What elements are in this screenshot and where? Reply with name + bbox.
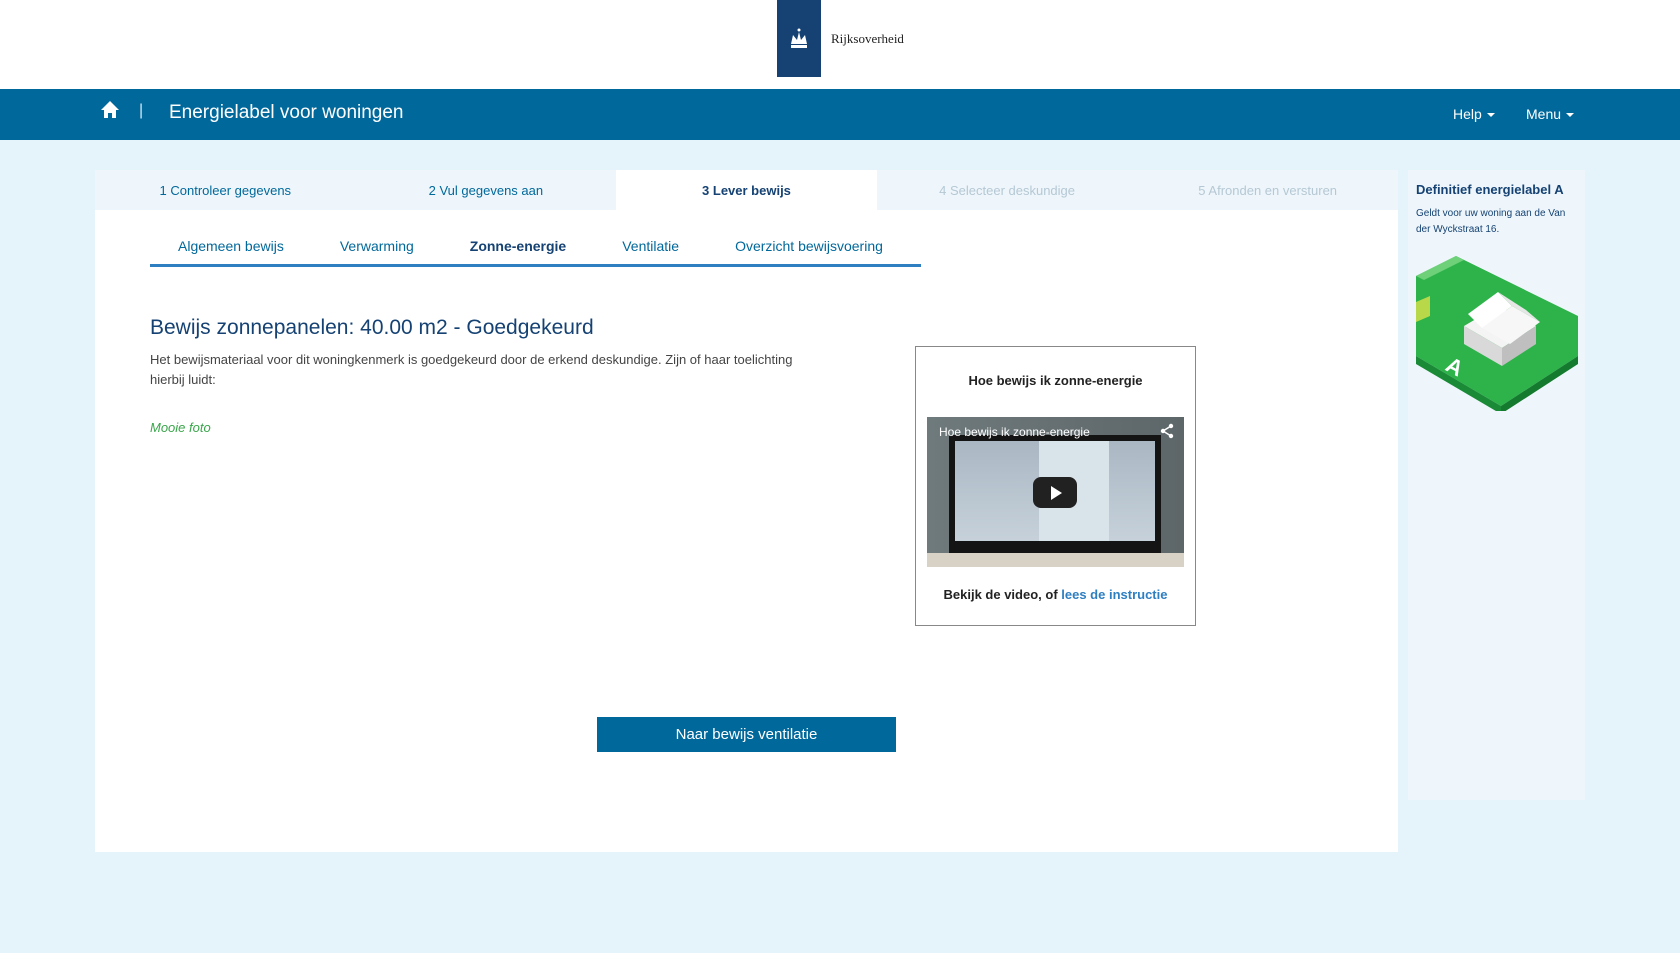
tab-verwarming[interactable]: Verwarming	[312, 228, 442, 264]
next-ventilation-button[interactable]: Naar bewijs ventilatie	[597, 717, 896, 752]
instruction-link[interactable]: lees de instructie	[1061, 587, 1167, 602]
assessor-comment: Mooie foto	[150, 420, 211, 435]
step-selecteer-deskundige: 4 Selecteer deskundige	[939, 182, 1076, 198]
label-title: Definitief energielabel A	[1416, 182, 1564, 197]
video-player-title: Hoe bewijs ik zonne-energie	[939, 425, 1090, 439]
logo-text: Rijksoverheid	[831, 30, 904, 46]
help-label: Help	[1453, 106, 1482, 122]
top-header: Rijksoverheid	[0, 0, 1680, 89]
chevron-down-icon	[1486, 113, 1495, 118]
nav-separator: |	[139, 102, 144, 119]
chevron-down-icon	[1566, 113, 1575, 118]
energy-label-house-icon: A	[1416, 256, 1578, 414]
help-dropdown[interactable]: Help	[1453, 106, 1495, 122]
video-caption: Bekijk de video, of lees de instructie	[916, 587, 1195, 602]
tab-zonne-energie[interactable]: Zonne-energie	[442, 228, 594, 264]
step-wizard: 1 Controleer gegevens 2 Vul gegevens aan…	[95, 170, 1398, 210]
home-icon[interactable]	[99, 99, 121, 121]
play-button[interactable]	[1033, 477, 1077, 508]
logo[interactable]: Rijksoverheid	[777, 0, 904, 77]
proof-subtabs: Algemeen bewijs Verwarming Zonne-energie…	[150, 228, 921, 267]
share-icon[interactable]	[1159, 423, 1175, 439]
label-description: Geldt voor uw woning aan de Van der Wyck…	[1416, 208, 1566, 235]
video-heading: Hoe bewijs ik zonne-energie	[968, 373, 1143, 388]
video-instruction-box: Hoe bewijs ik zonne-energie Hoe bewijs i…	[915, 346, 1196, 626]
tab-overzicht-bewijsvoering[interactable]: Overzicht bewijsvoering	[707, 228, 911, 264]
menu-dropdown[interactable]: Menu	[1526, 106, 1575, 122]
tab-algemeen-bewijs[interactable]: Algemeen bewijs	[150, 228, 312, 264]
proof-title: Bewijs zonnepanelen: 40.00 m2 - Goedgeke…	[150, 316, 594, 339]
crown-emblem-icon	[777, 0, 821, 77]
energy-label-sidebar: Definitief energielabel A Geldt voor uw …	[1408, 170, 1585, 800]
tab-ventilatie[interactable]: Ventilatie	[594, 228, 707, 264]
step-controleer-gegevens[interactable]: 1 Controleer gegevens	[95, 170, 356, 210]
proof-description: Het bewijsmateriaal voor dit woningkenme…	[150, 352, 793, 387]
app-title: Energielabel voor woningen	[169, 102, 404, 123]
step-afronden-en-versturen: 5 Afronden en versturen	[1198, 182, 1338, 198]
navbar: | Energielabel voor woningen Help Menu	[0, 89, 1680, 140]
menu-label: Menu	[1526, 106, 1562, 122]
video-player[interactable]: Hoe bewijs ik zonne-energie	[927, 417, 1184, 567]
step-lever-bewijs[interactable]: 3 Lever bewijs	[616, 170, 877, 210]
step-vul-gegevens-aan[interactable]: 2 Vul gegevens aan	[356, 170, 617, 210]
play-icon	[1051, 485, 1062, 500]
video-caption-text: Bekijk de video, of	[943, 587, 1062, 602]
main-panel: 1 Controleer gegevens 2 Vul gegevens aan…	[95, 170, 1398, 852]
